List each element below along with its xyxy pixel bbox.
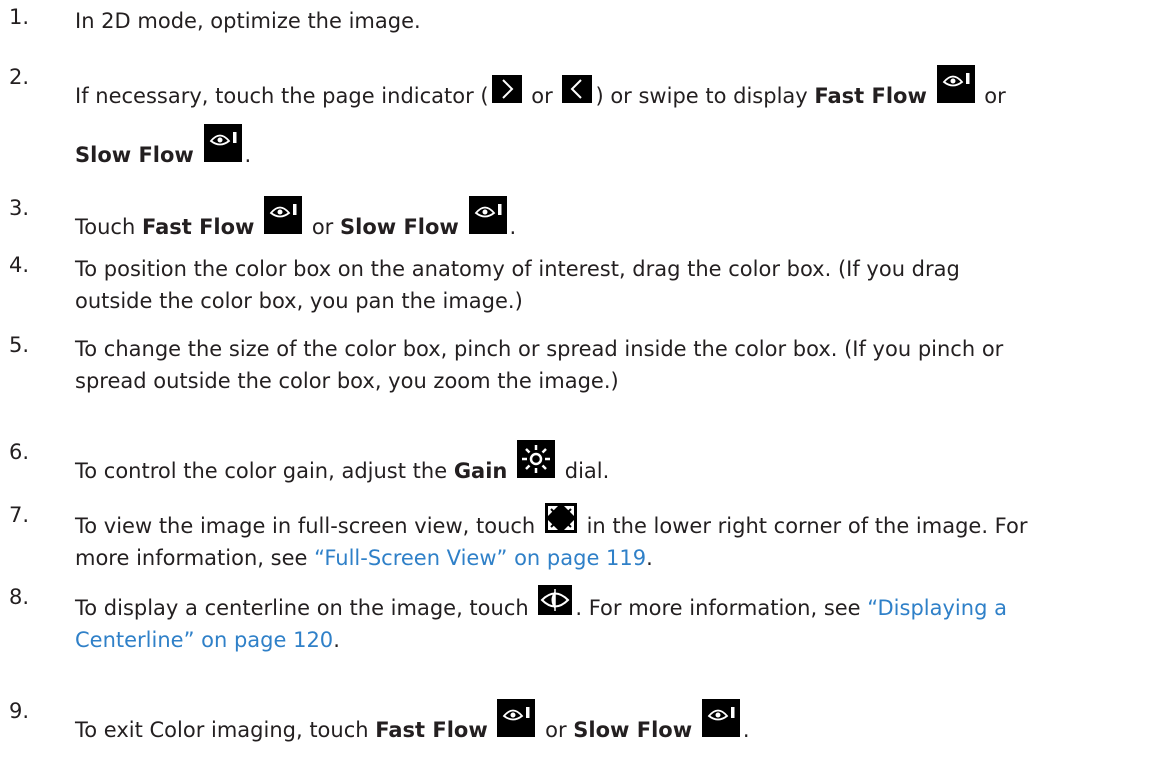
step-text: ) or swipe to display — [595, 84, 815, 108]
step-text: . — [244, 143, 252, 167]
step-text: To control the color gain, adjust the — [75, 459, 454, 483]
step-text: dial. — [558, 459, 610, 483]
step-text: . — [742, 718, 750, 742]
step-text: in the lower right corner of the image. … — [579, 514, 1028, 538]
centerline-icon — [538, 585, 573, 615]
displaying-centerline-link[interactable]: Centerline” on page 120 — [75, 628, 333, 652]
slow-flow-label: Slow Flow — [573, 718, 693, 742]
step-number: 8. — [9, 585, 30, 609]
step-text: To change the size of the color box, pin… — [75, 337, 1004, 361]
fast-flow-icon — [936, 65, 975, 103]
slow-flow-icon — [203, 124, 242, 162]
step-number: 9. — [9, 699, 30, 723]
step-number: 6. — [9, 440, 30, 464]
fast-flow-label: Fast Flow — [141, 215, 255, 239]
fast-flow-label: Fast Flow — [814, 84, 927, 108]
step-text: or — [538, 718, 574, 742]
page-prev-icon — [562, 75, 593, 103]
step-number: 4. — [9, 253, 30, 277]
slow-flow-label: Slow Flow — [75, 143, 194, 167]
step-number: 5. — [9, 333, 30, 357]
gain-icon — [517, 440, 556, 478]
step-number: 1. — [9, 5, 30, 29]
gain-label: Gain — [453, 459, 508, 483]
step-text: . For more information, see — [575, 596, 868, 620]
fast-flow-icon — [497, 699, 536, 737]
step-text: . — [646, 546, 653, 570]
step-number: 3. — [9, 196, 30, 220]
step-text: or — [977, 84, 1006, 108]
step-text: . — [333, 628, 340, 652]
full-screen-icon — [544, 503, 577, 533]
step-text: If necessary, touch the page indicator ( — [75, 84, 489, 108]
step-text: spread outside the color box, you zoom t… — [75, 369, 619, 393]
step-text: or — [305, 215, 340, 239]
step-text: Touch — [75, 215, 142, 239]
full-screen-view-link[interactable]: “Full-Screen View” on page 119 — [314, 546, 646, 570]
fast-flow-icon — [264, 196, 303, 234]
page-next-icon — [491, 75, 522, 103]
step-number: 7. — [9, 503, 30, 527]
instruction-page: 1. In 2D mode, optimize the image. 2. If… — [0, 0, 1156, 766]
step-text: or — [524, 84, 560, 108]
step-text: . — [509, 215, 517, 239]
fast-flow-label: Fast Flow — [375, 718, 488, 742]
step-number: 2. — [9, 65, 30, 89]
step-text: outside the color box, you pan the image… — [75, 289, 523, 313]
displaying-centerline-link[interactable]: “Displaying a — [867, 596, 1007, 620]
step-text: To display a centerline on the image, to… — [75, 596, 536, 620]
slow-flow-icon — [701, 699, 740, 737]
step-text: To position the color box on the anatomy… — [75, 257, 960, 281]
step-text: To exit Color imaging, touch — [75, 718, 376, 742]
step-text: To view the image in full-screen view, t… — [75, 514, 542, 538]
step-text: In 2D mode, optimize the image. — [75, 9, 421, 33]
slow-flow-icon — [468, 196, 507, 234]
slow-flow-label: Slow Flow — [340, 215, 459, 239]
step-text: more information, see — [75, 546, 315, 570]
